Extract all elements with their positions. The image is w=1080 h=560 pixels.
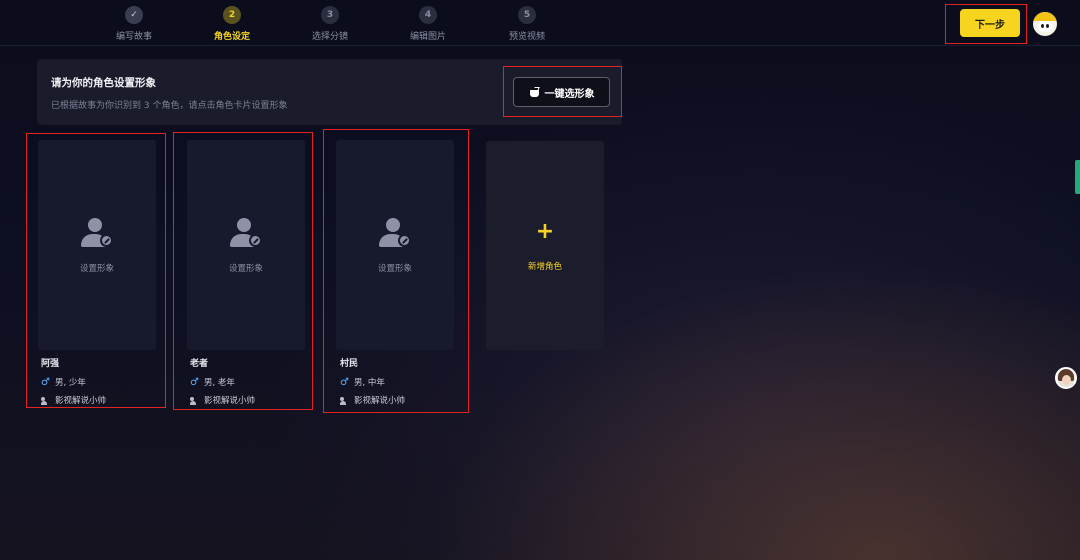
- character-voice: 影视解说小帅: [340, 394, 405, 406]
- gender-age-text: 男, 少年: [55, 378, 86, 388]
- person-edit-icon: [377, 216, 413, 252]
- step-number: 2: [223, 6, 241, 24]
- step-write-story[interactable]: ✓ 编写故事: [94, 6, 174, 42]
- character-card[interactable]: 设置形象: [336, 140, 454, 350]
- male-icon: ♂: [340, 376, 349, 388]
- step-character-setup[interactable]: 2 角色设定: [192, 6, 272, 42]
- voice-text: 影视解说小帅: [354, 396, 406, 406]
- set-image-label: 设置形象: [377, 264, 412, 274]
- step-check-icon: ✓: [125, 6, 143, 24]
- avatar-face: [1037, 21, 1053, 32]
- next-step-button[interactable]: 下一步: [960, 9, 1020, 37]
- step-label: 编写故事: [115, 32, 152, 42]
- step-label: 预览视频: [508, 32, 545, 42]
- set-image-label: 设置形象: [79, 264, 114, 274]
- step-number: 5: [518, 6, 536, 24]
- character-voice: 影视解说小帅: [41, 394, 106, 406]
- avatar-eye: [1041, 24, 1044, 28]
- character-name: 阿强: [41, 359, 60, 369]
- character-name: 老者: [190, 359, 209, 369]
- voice-icon: [190, 396, 200, 405]
- person-edit-icon: [228, 216, 264, 252]
- step-number: 3: [321, 6, 339, 24]
- voice-text: 影视解说小帅: [204, 396, 256, 406]
- person-edit-icon: [79, 216, 115, 252]
- step-edit-images[interactable]: 4 编辑图片: [388, 6, 468, 42]
- avatar-hair: [1033, 12, 1057, 21]
- avatar-eye: [1046, 24, 1049, 28]
- plus-icon: +: [535, 219, 555, 244]
- add-character-card[interactable]: + 新增角色: [486, 141, 604, 350]
- character-name: 村民: [340, 359, 359, 369]
- top-bar: ✓ 编写故事 2 角色设定 3 选择分镜 4 编辑图片 5 预览视频 下一步: [0, 0, 1080, 46]
- side-feedback-tab[interactable]: [1075, 160, 1080, 194]
- step-number: 4: [419, 6, 437, 24]
- step-label: 选择分镜: [311, 32, 348, 42]
- character-card[interactable]: 设置形象: [38, 140, 156, 350]
- panel-title: 请为你的角色设置形象: [51, 77, 156, 89]
- one-click-label: 一键选形象: [544, 88, 595, 100]
- user-avatar[interactable]: [1033, 12, 1057, 36]
- one-click-image-button[interactable]: 一键选形象: [513, 77, 610, 107]
- voice-icon: [340, 396, 350, 405]
- male-icon: ♂: [41, 376, 50, 388]
- assistant-avatar[interactable]: [1055, 367, 1077, 389]
- voice-text: 影视解说小帅: [55, 396, 107, 406]
- character-gender-age: ♂ 男, 少年: [41, 376, 106, 389]
- gender-age-text: 男, 老年: [204, 378, 235, 388]
- character-info: 村民 ♂ 男, 中年 影视解说小帅: [340, 356, 405, 406]
- add-character-label: 新增角色: [527, 262, 562, 272]
- set-image-label: 设置形象: [228, 264, 263, 274]
- voice-icon: [41, 396, 51, 405]
- step-label: 编辑图片: [409, 32, 446, 42]
- step-select-storyboard[interactable]: 3 选择分镜: [290, 6, 370, 42]
- character-gender-age: ♂ 男, 中年: [340, 376, 405, 389]
- male-icon: ♂: [190, 376, 199, 388]
- gender-age-text: 男, 中年: [354, 378, 385, 388]
- panel-description: 已根据故事为你识别到 3 个角色，请点击角色卡片设置形象: [51, 101, 288, 111]
- step-label: 角色设定: [213, 32, 250, 42]
- character-gender-age: ♂ 男, 老年: [190, 376, 255, 389]
- character-info: 阿强 ♂ 男, 少年 影视解说小帅: [41, 356, 106, 406]
- step-preview-video[interactable]: 5 预览视频: [487, 6, 567, 42]
- character-info: 老者 ♂ 男, 老年 影视解说小帅: [190, 356, 255, 406]
- character-card[interactable]: 设置形象: [187, 140, 305, 350]
- basket-icon: [529, 87, 540, 97]
- character-voice: 影视解说小帅: [190, 394, 255, 406]
